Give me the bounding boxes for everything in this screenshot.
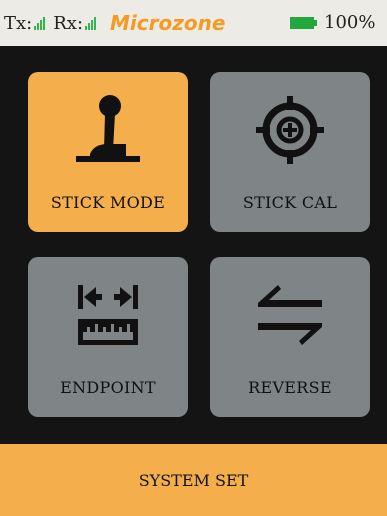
joystick-icon <box>76 95 140 162</box>
tx-signal: Tx: <box>4 12 46 34</box>
rx-signal: Rx: <box>53 12 97 34</box>
tile-label: STICK MODE <box>50 193 166 212</box>
endpoint-ruler-icon <box>78 285 138 345</box>
screen: Tx: Rx: Microzone 100% STICK MODE STICK … <box>0 0 387 516</box>
tile-label: ENDPOINT <box>60 378 156 397</box>
rx-label: Rx: <box>53 12 84 34</box>
reverse-button[interactable]: REVERSE <box>210 257 370 417</box>
crosshair-icon <box>256 96 324 164</box>
endpoint-button[interactable]: ENDPOINT <box>28 257 188 417</box>
brand-logo: Microzone <box>110 11 226 35</box>
signal-bars-icon <box>34 16 46 30</box>
tile-label: STICK CAL <box>242 193 338 212</box>
battery-percent: 100% <box>324 12 376 33</box>
signal-bars-icon <box>85 16 97 30</box>
system-set-bar[interactable]: SYSTEM SET <box>0 444 387 516</box>
tile-label: REVERSE <box>248 378 332 397</box>
reverse-arrows-icon <box>258 285 322 345</box>
status-bar: Tx: Rx: Microzone 100% <box>0 0 387 46</box>
system-set-title: SYSTEM SET <box>138 470 249 490</box>
stick-cal-button[interactable]: STICK CAL <box>210 72 370 232</box>
battery-icon <box>290 17 317 29</box>
stick-mode-button[interactable]: STICK MODE <box>28 72 188 232</box>
tx-label: Tx: <box>4 12 33 34</box>
